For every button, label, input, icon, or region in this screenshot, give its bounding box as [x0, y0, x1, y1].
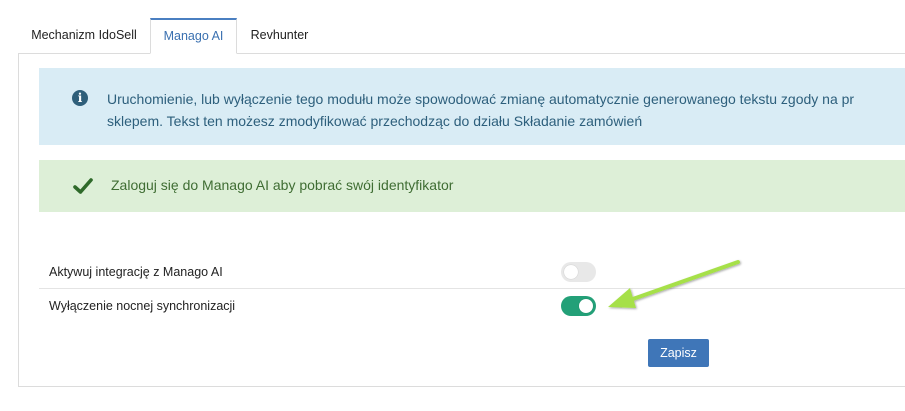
toggle-knob: [579, 299, 593, 313]
success-alert: Zaloguj się do Manago AI aby pobrać swój…: [39, 160, 905, 212]
tab-bar: Mechanizm IdoSell Manago AI Revhunter: [0, 0, 905, 54]
info-alert-line-1: Uruchomienie, lub wyłączenie tego modułu…: [107, 91, 855, 107]
info-alert-text: Uruchomienie, lub wyłączenie tego modułu…: [107, 88, 905, 132]
tab-mechanizm-idosell[interactable]: Mechanizm IdoSell: [18, 18, 150, 53]
setting-row-activate-integration: Aktywuj integrację z Manago AI: [39, 256, 905, 289]
toggle-knob: [564, 265, 578, 279]
success-alert-text: Zaloguj się do Manago AI aby pobrać swój…: [111, 177, 454, 193]
tab-revhunter[interactable]: Revhunter: [237, 18, 322, 53]
save-button[interactable]: Zapisz: [648, 339, 709, 367]
setting-label-night-sync: Wyłączenie nocnej synchronizacji: [49, 299, 236, 313]
setting-row-night-sync: Wyłączenie nocnej synchronizacji: [39, 290, 905, 322]
info-circle-icon: i: [72, 90, 88, 106]
annotation-arrow-icon: [608, 260, 740, 308]
checkmark-icon: [73, 178, 93, 194]
tab-manago-ai[interactable]: Manago AI: [150, 18, 237, 54]
info-alert-line-2: sklepem. Tekst ten możesz zmodyfikować p…: [107, 113, 643, 129]
night-sync-toggle[interactable]: [561, 296, 596, 316]
activate-integration-toggle[interactable]: [561, 262, 596, 282]
info-alert: i Uruchomienie, lub wyłączenie tego modu…: [39, 68, 905, 145]
setting-label-activate-integration: Aktywuj integrację z Manago AI: [49, 265, 223, 279]
